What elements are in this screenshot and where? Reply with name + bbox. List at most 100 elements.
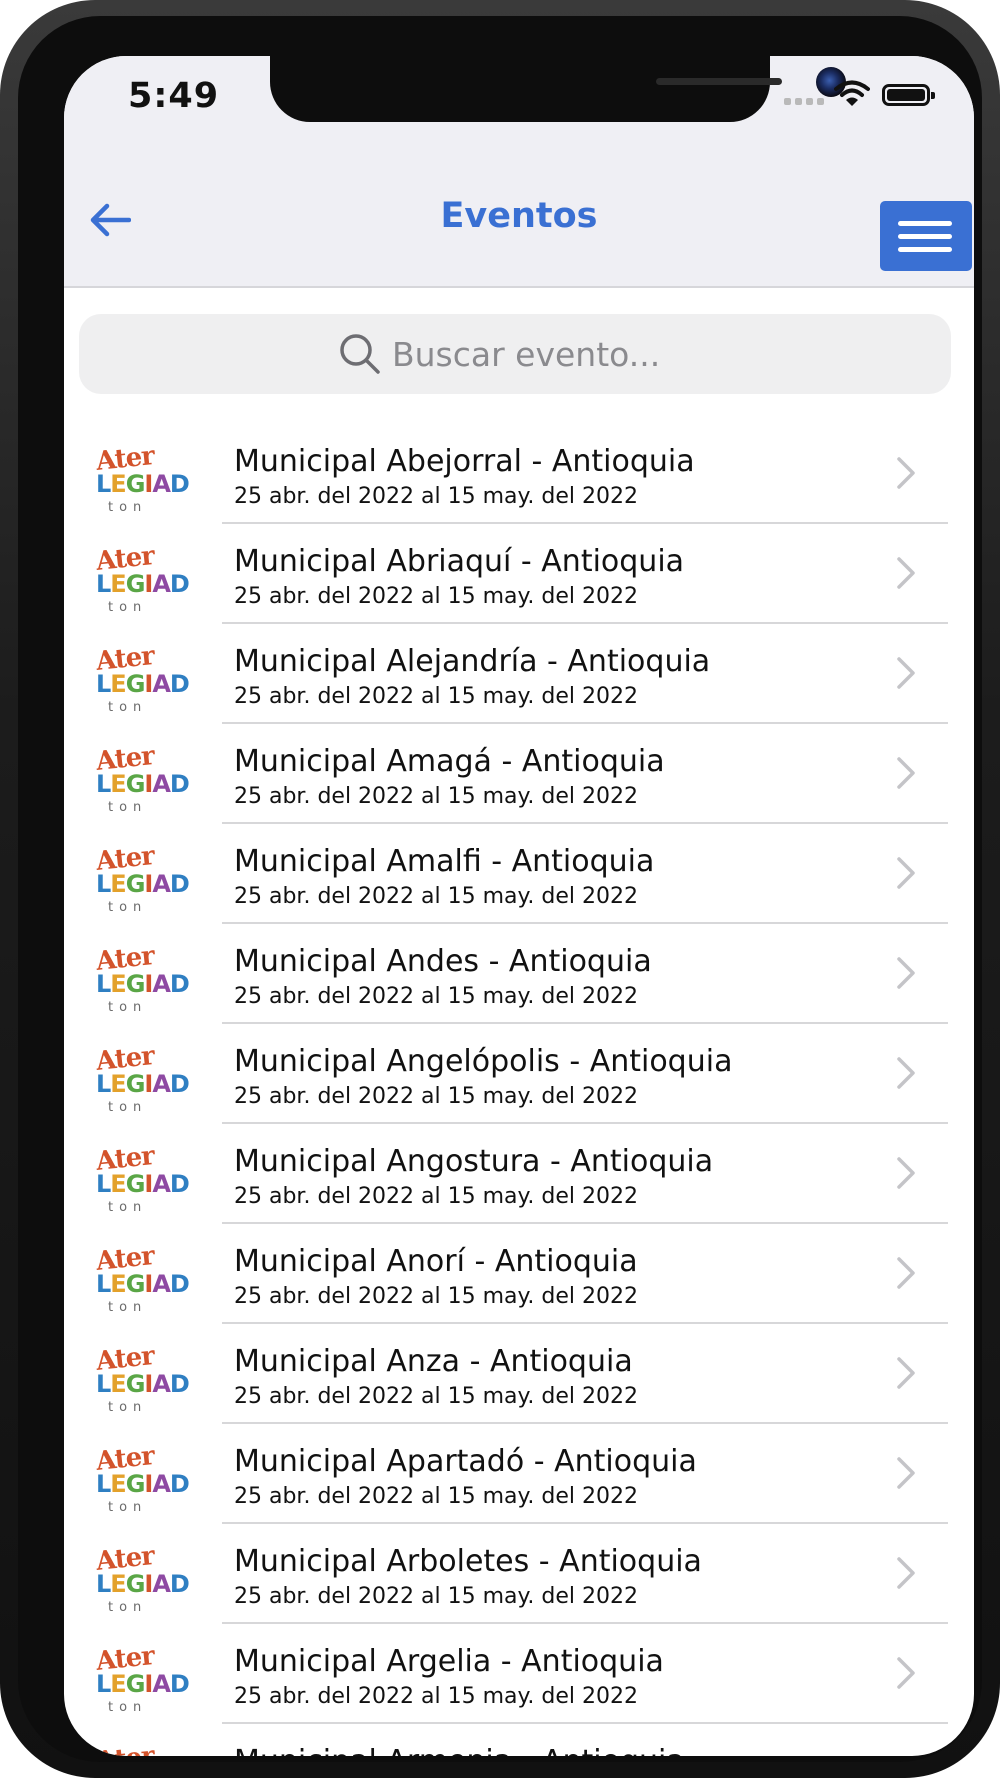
- event-title: Municipal Argelia - Antioquia: [234, 1644, 664, 1679]
- event-list-item[interactable]: Ater LEGIAD ton Municipal Argelia - Anti…: [64, 1624, 974, 1724]
- event-title: Municipal Amagá - Antioquia: [234, 744, 665, 779]
- event-title: Municipal Anorí - Antioquia: [234, 1244, 638, 1279]
- phone-bezel: 5:49 Eventos Buscar evento... Ater LEGIA…: [18, 16, 982, 1762]
- chevron-right-icon: [897, 557, 915, 589]
- event-list-item[interactable]: Ater LEGIAD ton Municipal Amalfi - Antio…: [64, 824, 974, 924]
- logo-text-bottom: ton: [108, 800, 148, 815]
- event-list-item[interactable]: Ater LEGIAD ton Municipal Arboletes - An…: [64, 1524, 974, 1624]
- event-logo: Ater LEGIAD ton: [92, 1640, 190, 1720]
- logo-text-middle: LEGIAD: [96, 570, 190, 598]
- chevron-right-icon: [897, 957, 915, 989]
- event-title: Municipal Abriaquí - Antioquia: [234, 544, 685, 579]
- logo-text-bottom: ton: [108, 1100, 148, 1115]
- event-item-content: Municipal Arboletes - Antioquia 25 abr. …: [222, 1524, 948, 1624]
- chevron-right-icon: [897, 1257, 915, 1289]
- logo-text-bottom: ton: [108, 1300, 148, 1315]
- logo-text-middle: LEGIAD: [96, 1070, 190, 1098]
- notch: [270, 56, 846, 122]
- event-title: Municipal Abejorral - Antioquia: [234, 444, 695, 479]
- event-list-item[interactable]: Ater LEGIAD ton Municipal Abriaquí - Ant…: [64, 524, 974, 624]
- event-date: 25 abr. del 2022 al 15 may. del 2022: [234, 484, 638, 509]
- event-item-content: Municipal Angostura - Antioquia 25 abr. …: [222, 1124, 948, 1224]
- event-logo: Ater LEGIAD ton: [92, 840, 190, 920]
- event-logo: Ater LEGIAD ton: [92, 640, 190, 720]
- event-logo: Ater LEGIAD ton: [92, 740, 190, 820]
- event-list-item[interactable]: Ater LEGIAD ton Municipal Anorí - Antioq…: [64, 1224, 974, 1324]
- logo-text-bottom: ton: [108, 1000, 148, 1015]
- event-item-content: Municipal Alejandría - Antioquia 25 abr.…: [222, 624, 948, 724]
- chevron-right-icon: [897, 1057, 915, 1089]
- chevron-right-icon: [897, 1357, 915, 1389]
- logo-text-middle: LEGIAD: [96, 1470, 190, 1498]
- event-logo: Ater LEGIAD ton: [92, 1040, 190, 1120]
- logo-text-middle: LEGIAD: [96, 870, 190, 898]
- menu-button[interactable]: [880, 201, 972, 271]
- event-title: Municipal Anza - Antioquia: [234, 1344, 633, 1379]
- event-date: 25 abr. del 2022 al 15 may. del 2022: [234, 684, 638, 709]
- chevron-right-icon: [897, 757, 915, 789]
- logo-text-bottom: ton: [108, 1500, 148, 1515]
- event-date: 25 abr. del 2022 al 15 may. del 2022: [234, 784, 638, 809]
- navigation-bar: Eventos: [64, 160, 974, 288]
- event-list-item[interactable]: Ater LEGIAD ton Municipal Angelópolis - …: [64, 1024, 974, 1124]
- event-item-content: Municipal Abriaquí - Antioquia 25 abr. d…: [222, 524, 948, 624]
- logo-text-bottom: ton: [108, 1700, 148, 1715]
- logo-text-middle: LEGIAD: [96, 970, 190, 998]
- event-item-content: Municipal Andes - Antioquia 25 abr. del …: [222, 924, 948, 1024]
- logo-text-middle: LEGIAD: [96, 1170, 190, 1198]
- event-logo: Ater LEGIAD ton: [92, 1340, 190, 1420]
- event-logo: Ater LEGIAD ton: [92, 1240, 190, 1320]
- event-item-content: Municipal Armenia - Antioquia 25 abr. de…: [222, 1724, 948, 1756]
- event-title: Municipal Angostura - Antioquia: [234, 1144, 714, 1179]
- event-date: 25 abr. del 2022 al 15 may. del 2022: [234, 984, 638, 1009]
- event-item-content: Municipal Amagá - Antioquia 25 abr. del …: [222, 724, 948, 824]
- battery-icon: [882, 84, 935, 106]
- cellular-signal-icon: [784, 98, 824, 105]
- search-bar[interactable]: [79, 314, 951, 394]
- chevron-right-icon: [897, 857, 915, 889]
- event-date: 25 abr. del 2022 al 15 may. del 2022: [234, 1084, 638, 1109]
- logo-text-bottom: ton: [108, 700, 148, 715]
- event-item-content: Municipal Amalfi - Antioquia 25 abr. del…: [222, 824, 948, 924]
- event-item-content: Municipal Argelia - Antioquia 25 abr. de…: [222, 1624, 948, 1724]
- chevron-right-icon: [897, 1457, 915, 1489]
- status-bar: 5:49: [64, 56, 974, 160]
- chevron-right-icon: [897, 457, 915, 489]
- event-list-item[interactable]: Ater LEGIAD ton Municipal Amagá - Antioq…: [64, 724, 974, 824]
- event-title: Municipal Armenia - Antioquia: [234, 1744, 685, 1756]
- chevron-right-icon: [897, 1657, 915, 1689]
- event-item-content: Municipal Abejorral - Antioquia 25 abr. …: [222, 424, 948, 524]
- event-list-item[interactable]: Ater LEGIAD ton Municipal Angostura - An…: [64, 1124, 974, 1224]
- event-title: Municipal Angelópolis - Antioquia: [234, 1044, 733, 1079]
- event-item-content: Municipal Apartadó - Antioquia 25 abr. d…: [222, 1424, 948, 1524]
- event-item-content: Municipal Anza - Antioquia 25 abr. del 2…: [222, 1324, 948, 1424]
- logo-text-middle: LEGIAD: [96, 1370, 190, 1398]
- logo-text-middle: LEGIAD: [96, 1670, 190, 1698]
- logo-text-bottom: ton: [108, 1400, 148, 1415]
- logo-text-middle: LEGIAD: [96, 1270, 190, 1298]
- logo-text-middle: LEGIAD: [96, 470, 190, 498]
- logo-text-bottom: ton: [108, 900, 148, 915]
- event-list-item[interactable]: Ater LEGIAD ton Municipal Apartadó - Ant…: [64, 1424, 974, 1524]
- event-list-item[interactable]: Ater LEGIAD ton Municipal Alejandría - A…: [64, 624, 974, 724]
- wifi-icon: [834, 80, 870, 106]
- event-date: 25 abr. del 2022 al 15 may. del 2022: [234, 1684, 638, 1709]
- page-title: Eventos: [440, 196, 598, 236]
- speaker-grille: [656, 78, 782, 85]
- search-input[interactable]: [392, 334, 692, 374]
- event-logo: Ater LEGIAD ton: [92, 940, 190, 1020]
- screen: 5:49 Eventos Buscar evento... Ater LEGIA…: [64, 56, 974, 1756]
- phone-frame: 5:49 Eventos Buscar evento... Ater LEGIA…: [0, 0, 1000, 1778]
- logo-text-bottom: ton: [108, 1600, 148, 1615]
- event-list-item[interactable]: Ater LEGIAD ton Municipal Andes - Antioq…: [64, 924, 974, 1024]
- chevron-right-icon: [897, 1557, 915, 1589]
- event-logo: Ater LEGIAD ton: [92, 540, 190, 620]
- event-list-item[interactable]: Ater LEGIAD ton Municipal Abejorral - An…: [64, 424, 974, 524]
- event-list-item[interactable]: Ater LEGIAD ton Municipal Anza - Antioqu…: [64, 1324, 974, 1424]
- event-date: 25 abr. del 2022 al 15 may. del 2022: [234, 584, 638, 609]
- event-item-content: Municipal Angelópolis - Antioquia 25 abr…: [222, 1024, 948, 1124]
- logo-text-bottom: ton: [108, 1200, 148, 1215]
- event-list-item[interactable]: Ater LEGIAD ton Municipal Armenia - Anti…: [64, 1724, 974, 1756]
- logo-text-bottom: ton: [108, 500, 148, 515]
- chevron-right-icon: [897, 1157, 915, 1189]
